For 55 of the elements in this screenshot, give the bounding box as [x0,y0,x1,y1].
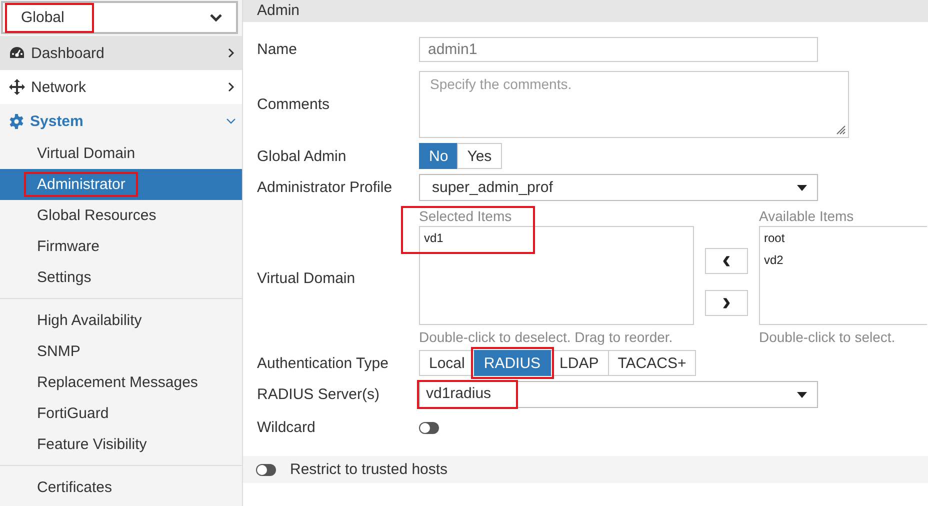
available-list[interactable]: root vd2 [759,226,927,325]
nav-item[interactable]: Feature Visibility [0,429,242,460]
toggle-label: Restrict to trusted hosts [290,461,448,478]
nav-item[interactable]: Global Resources [0,200,242,231]
toggle-switch[interactable] [419,422,439,434]
chevron-down-icon [226,116,236,126]
list-title: Selected Items [419,208,513,226]
option-button[interactable]: TACACS+ [608,350,696,376]
nav-section[interactable]: Dashboard [0,36,242,70]
option-button[interactable]: Yes [457,143,502,169]
nav-section[interactable]: Network [0,70,242,104]
nav-item[interactable]: Administrator [0,169,242,200]
nav-item[interactable]: Virtual Domain [0,138,242,169]
dashboard-icon [9,46,25,60]
move-left-button[interactable]: ‹ [705,248,748,274]
field-label: Name [257,41,298,58]
nav-item[interactable]: High Availability [0,305,242,336]
toggle-switch[interactable] [256,464,276,476]
field-label: Authentication Type [257,354,390,372]
resize-grip-icon [835,124,846,135]
field-label: Comments [257,96,331,113]
gear-icon [9,114,24,128]
field-label: RADIUS Server(s) [257,386,381,403]
move-arrows-icon [9,79,25,95]
chevron-right-icon [226,82,236,92]
hint-text: Double-click to select. [759,329,896,345]
list-item[interactable]: vd1 [424,231,689,245]
nav-item[interactable]: Settings [0,262,242,293]
nav-item[interactable]: Replacement Messages [0,367,242,398]
field-label: Wildcard [257,419,316,436]
chevron-right-icon [226,48,236,58]
dropdown-caret-icon [797,184,807,190]
list-item[interactable]: vd2 [764,253,923,267]
field-label: Administrator Profile [257,179,394,196]
dropdown-caret-icon [797,392,807,398]
nav-item[interactable]: SNMP [0,336,242,367]
dropdown-select[interactable]: super_admin_prof [419,174,818,201]
list-item[interactable]: root [764,231,923,245]
hint-text: Double-click to deselect. Drag to reorder. [419,329,674,345]
chevron-down-icon [210,14,222,22]
scope-select[interactable]: Global [1,1,238,34]
section-header: Admin [243,0,928,22]
dropdown-select[interactable]: vd1radius [419,381,818,408]
field-label: Virtual Domain [257,270,356,287]
nav-item[interactable]: Certificates [0,472,242,503]
field-label: Global Admin [257,148,348,164]
nav-item[interactable]: Firmware [0,231,242,262]
nav-item[interactable]: FortiGuard [0,398,242,429]
option-button[interactable]: LDAP [550,350,609,376]
option-button[interactable]: No [419,143,458,169]
move-right-button[interactable]: › [705,290,748,316]
option-button[interactable]: RADIUS [474,350,551,376]
option-button[interactable]: Local [419,350,475,376]
selected-list[interactable]: vd1 [419,226,694,325]
list-title: Available Items [759,208,855,226]
